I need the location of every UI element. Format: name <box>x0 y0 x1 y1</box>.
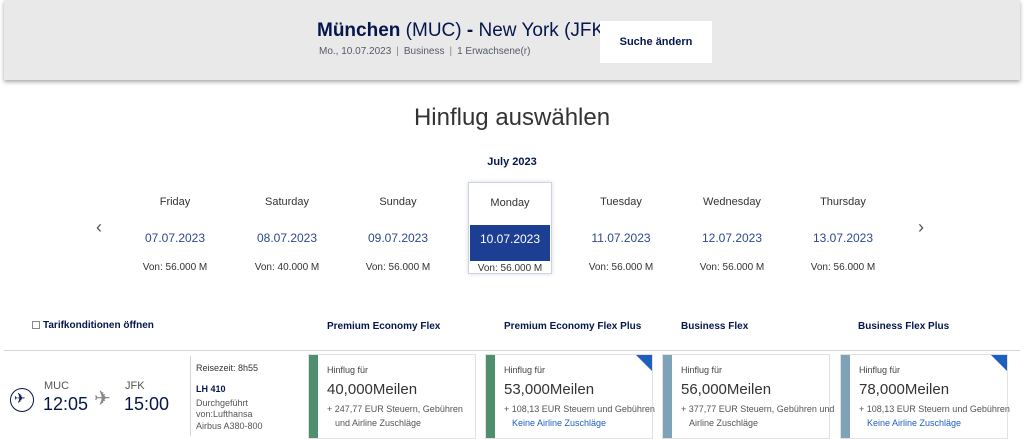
search-summary-bar: München (MUC) - New York (JFK) Mo., 10.0… <box>4 0 1020 80</box>
passenger-count: 1 Erwachsene(r) <box>457 46 531 57</box>
divider <box>190 356 191 436</box>
date-value: 09.07.2023 <box>367 231 429 245</box>
fare-taxes: + 377,77 EUR Steuern, Gebühren und <box>681 404 835 414</box>
fare-color-bar <box>841 355 850 438</box>
fare-header-premium-economy-flex: Premium Economy Flex <box>327 321 441 332</box>
lufthansa-logo-icon <box>10 388 34 412</box>
fare-taxes: + 108,13 EUR Steuern und Gebühren <box>859 404 1010 414</box>
min-price-label: Von: 56.000 M <box>477 263 543 274</box>
fare-color-bar <box>309 355 318 438</box>
fare-miles: 56,000Meilen <box>681 381 772 398</box>
operated-by-carrier: von:Lufthansa <box>196 409 253 419</box>
departure-time: 12:05 <box>43 394 89 414</box>
fare-card[interactable]: Hinflug für 40,000Meilen + 247,77 EUR Steu… <box>308 354 476 439</box>
row-divider <box>4 350 1020 351</box>
tariff-conditions-link[interactable]: Tarifkonditionen öffnen <box>32 320 154 331</box>
date-option[interactable]: Sunday 09.07.2023 Von: 56.000 M <box>356 182 440 274</box>
fare-card[interactable]: Hinflug für 56,000Meilen + 377,77 EUR Steu… <box>662 354 834 439</box>
fare-label: Hinflug für <box>681 365 723 375</box>
fare-miles: 78,000Meilen <box>859 381 950 398</box>
date-option[interactable]: Friday 07.07.2023 Von: 56.000 M <box>133 182 217 274</box>
date-value: 13.07.2023 <box>812 231 874 245</box>
min-price-label: Von: 40.000 M <box>254 262 320 273</box>
chevron-right-icon[interactable]: › <box>918 217 924 238</box>
weekday-label: Monday <box>490 197 530 209</box>
weekday-label: Sunday <box>379 196 417 208</box>
min-price-label: Von: 56.000 M <box>699 262 765 273</box>
departure-airport: MUC <box>44 380 70 392</box>
fare-label: Hinflug für <box>504 365 546 375</box>
route-title: München (MUC) - New York (JFK) <box>317 20 611 42</box>
date-value: 07.07.2023 <box>144 231 206 245</box>
fare-miles: 40,000Meilen <box>327 381 418 398</box>
travel-duration: Reisezeit: 8h55 <box>196 363 259 373</box>
change-search-button[interactable]: Suche ändern <box>600 21 712 63</box>
aircraft-type: Airbus A380-800 <box>196 421 263 431</box>
date-value: 08.07.2023 <box>256 231 318 245</box>
separator: | <box>396 46 399 57</box>
fare-taxes: + 108,13 EUR Steuern und Gebühren <box>504 404 655 414</box>
fare-surcharge-note: und Airline Zuschläge <box>335 418 422 428</box>
date-value: 12.07.2023 <box>701 231 763 245</box>
route-dash: - <box>466 20 474 41</box>
fare-label: Hinflug für <box>859 365 901 375</box>
weekday-label: Tuesday <box>600 196 642 208</box>
fare-header-business-flex: Business Flex <box>681 321 749 332</box>
fare-card[interactable]: Hinflug für 53,000Meilen + 108,13 EUR Steu… <box>485 354 655 439</box>
date-option[interactable]: Thursday 13.07.2023 Von: 56.000 M <box>801 182 885 274</box>
tariff-conditions-label: Tarifkonditionen öffnen <box>43 320 154 331</box>
fare-header-business-flex-plus: Business Flex Plus <box>858 321 950 332</box>
min-price-label: Von: 56.000 M <box>365 262 431 273</box>
weekday-label: Saturday <box>264 196 310 208</box>
corner-badge-icon <box>636 355 652 371</box>
cabin-class: Business <box>403 46 445 57</box>
fare-surcharge-note: Airline Zuschläge <box>689 418 759 428</box>
fare-color-bar <box>663 355 672 438</box>
weekday-label: Friday <box>159 196 191 208</box>
date-option[interactable]: Wednesday 12.07.2023 Von: 56.000 M <box>690 182 774 274</box>
page-title: Hinflug auswählen <box>413 104 611 131</box>
airplane-icon: ✈ <box>94 388 111 410</box>
chevron-left-icon[interactable]: ‹ <box>96 217 102 238</box>
search-details: Mo., 10.07.2023 | Business | 1 Erwachsene(r) <box>319 46 530 57</box>
date-option[interactable]: Saturday 08.07.2023 Von: 40.000 M <box>245 182 329 274</box>
external-window-icon <box>32 321 40 329</box>
origin-city: München <box>317 20 401 41</box>
separator: | <box>449 46 453 57</box>
arrival-airport: JFK <box>125 380 145 392</box>
date-value: 10.07.2023 <box>470 225 550 261</box>
min-price-label: Von: 56.000 M <box>588 262 654 273</box>
travel-date: Mo., 10.07.2023 <box>319 46 392 57</box>
flight-number[interactable]: LH 410 <box>196 384 226 394</box>
date-value: 11.07.2023 <box>591 231 651 245</box>
fare-surcharge-note[interactable]: Keine Airline Zuschläge <box>867 418 961 428</box>
month-label: July 2023 <box>487 156 537 168</box>
min-price-label: Von: 56.000 M <box>810 262 876 273</box>
fare-color-bar <box>486 355 495 438</box>
destination-city: New York <box>478 20 559 41</box>
origin-code: (MUC) <box>405 20 462 41</box>
date-option-selected[interactable]: Monday 10.07.2023 Von: 56.000 M <box>468 182 552 274</box>
operated-by-label: Durchgeführt <box>196 398 249 408</box>
min-price-label: Von: 56.000 M <box>142 262 208 273</box>
fare-card[interactable]: Hinflug für 78,000Meilen + 108,13 EUR Steu… <box>840 354 1010 439</box>
weekday-label: Wednesday <box>703 196 761 208</box>
fare-surcharge-note[interactable]: Keine Airline Zuschläge <box>512 418 606 428</box>
fare-header-premium-economy-flex-plus: Premium Economy Flex Plus <box>504 321 642 332</box>
corner-badge-icon <box>991 355 1007 371</box>
fare-miles: 53,000Meilen <box>504 381 595 398</box>
fare-taxes: + 247,77 EUR Steuern, Gebühren <box>327 404 463 414</box>
weekday-label: Thursday <box>820 196 866 208</box>
arrival-time: 15:00 <box>124 394 170 414</box>
date-option[interactable]: Tuesday 11.07.2023 Von: 56.000 M <box>579 182 663 274</box>
fare-label: Hinflug für <box>327 365 369 375</box>
